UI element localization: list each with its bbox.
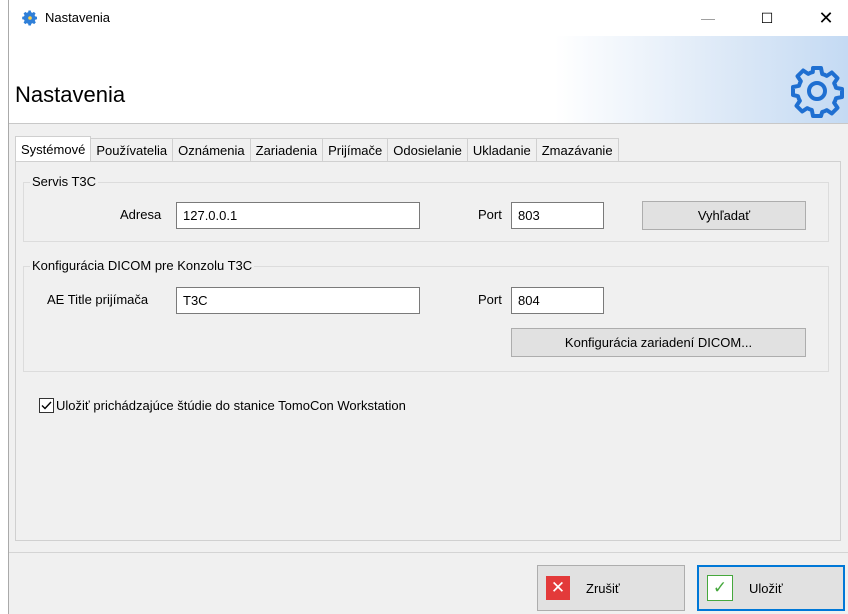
service-group-legend: Servis T3C (30, 174, 99, 189)
settings-window: Nastavenia — ☐ ✕ Nastavenia Systémové Po… (8, 0, 848, 614)
tab-ukladanie[interactable]: Ukladanie (467, 138, 537, 162)
dialog-header: Nastavenia (9, 36, 848, 124)
maximize-button[interactable]: ☐ (744, 0, 790, 36)
address-field[interactable] (176, 202, 420, 229)
tab-label: Systémové (21, 141, 86, 157)
tab-zariadenia[interactable]: Zariadenia (250, 138, 324, 162)
title-bar: Nastavenia — ☐ ✕ (9, 0, 848, 36)
save-button[interactable]: ✓ Uložiť (697, 565, 845, 611)
store-studies-option[interactable]: Uložiť prichádzajúce štúdie do stanice T… (39, 398, 406, 413)
dicom-port-label: Port (478, 292, 502, 307)
tab-label: Prijímače (328, 142, 383, 158)
tab-label: Používatelia (96, 142, 168, 158)
gear-icon (789, 62, 845, 118)
checkmark-icon: ✓ (707, 575, 733, 601)
tab-label: Oznámenia (178, 142, 245, 158)
checkmark-icon (41, 401, 52, 410)
dicom-config-button[interactable]: Konfigurácia zariadení DICOM... (511, 328, 806, 357)
ae-title-label: AE Title prijímača (47, 292, 149, 307)
service-port-field[interactable] (511, 202, 604, 229)
address-label: Adresa (120, 207, 162, 222)
close-button[interactable]: ✕ (803, 0, 848, 36)
tab-odosielanie[interactable]: Odosielanie (388, 138, 468, 162)
window-title: Nastavenia (45, 10, 111, 25)
store-studies-checkbox[interactable] (39, 398, 54, 413)
ae-title-field[interactable] (176, 287, 420, 314)
minimize-button[interactable]: — (685, 0, 731, 36)
tab-label: Zariadenia (255, 142, 318, 158)
tab-prijimace[interactable]: Prijímače (323, 138, 389, 162)
dialog-footer: ✕ Zrušiť ✓ Uložiť (9, 552, 848, 614)
gear-icon (21, 9, 39, 27)
dicom-config-button-label: Konfigurácia zariadení DICOM... (564, 335, 753, 350)
dicom-port-field[interactable] (511, 287, 604, 314)
maximize-icon: ☐ (760, 9, 774, 26)
close-icon: ✕ (818, 7, 834, 28)
service-port-label: Port (478, 207, 502, 222)
save-button-label: Uložiť (749, 580, 783, 596)
search-button[interactable]: Vyhľadať (642, 201, 806, 230)
minimize-icon: — (701, 10, 715, 26)
tab-zmazavanie[interactable]: Zmazávanie (536, 138, 619, 162)
store-studies-label: Uložiť prichádzajúce štúdie do stanice T… (56, 398, 406, 413)
cancel-button[interactable]: ✕ Zrušiť (537, 565, 685, 611)
tab-pouzivatelia[interactable]: Používatelia (91, 138, 174, 162)
page-title: Nastavenia (15, 82, 126, 107)
tab-panel-systemove: Servis T3C Adresa Port Vyhľadať Konfigur… (15, 161, 841, 541)
tab-label: Ukladanie (472, 142, 531, 158)
tab-oznamenia[interactable]: Oznámenia (173, 138, 251, 162)
dicom-group-legend: Konfigurácia DICOM pre Konzolu T3C (30, 258, 255, 273)
search-button-label: Vyhľadať (697, 208, 751, 223)
tab-label: Zmazávanie (541, 142, 613, 158)
tab-label: Odosielanie (393, 142, 462, 158)
cancel-button-label: Zrušiť (586, 580, 620, 596)
cancel-icon: ✕ (546, 576, 570, 600)
tab-systemove[interactable]: Systémové (15, 136, 92, 162)
tab-bar: Systémové Používatelia Oznámenia Zariade… (15, 136, 619, 162)
